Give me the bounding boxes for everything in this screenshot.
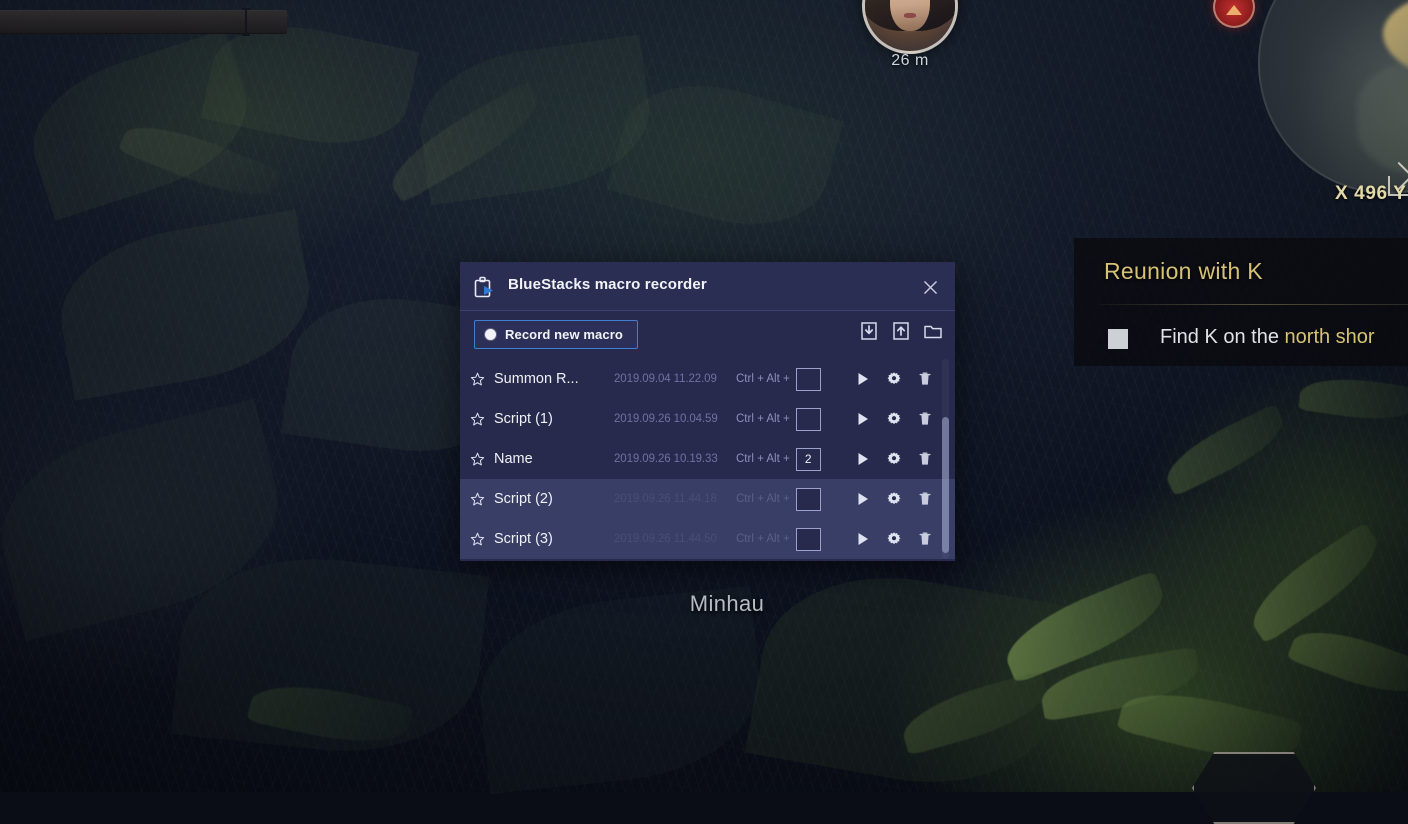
delete-macro-icon[interactable] — [917, 491, 933, 507]
hotkey-prefix-label: Ctrl + Alt + — [736, 413, 790, 425]
hud-hex-button[interactable] — [1192, 752, 1316, 824]
hotkey-input[interactable]: 2 — [796, 448, 821, 471]
macro-timestamp: 2019.09.26 11.44.50 — [614, 533, 736, 545]
play-macro-icon[interactable] — [855, 411, 871, 427]
macro-list-row[interactable]: Script (3)2019.09.26 11.44.50Ctrl + Alt … — [460, 519, 955, 559]
close-icon[interactable] — [915, 272, 945, 302]
play-macro-icon[interactable] — [855, 451, 871, 467]
favorite-star-icon[interactable] — [460, 492, 494, 507]
toolbar-icon-group — [859, 321, 943, 341]
macro-settings-gear-icon[interactable] — [886, 491, 902, 507]
macro-hotkey: Ctrl + Alt + — [736, 528, 821, 551]
hotkey-prefix-label: Ctrl + Alt + — [736, 453, 790, 465]
hotkey-prefix-label: Ctrl + Alt + — [736, 373, 790, 385]
macro-settings-gear-icon[interactable] — [886, 411, 902, 427]
quest-checkbox[interactable] — [1108, 329, 1128, 349]
favorite-star-icon[interactable] — [460, 372, 494, 387]
dialog-title: BlueStacks macro recorder — [508, 276, 707, 293]
macro-hotkey: Ctrl + Alt + — [736, 368, 821, 391]
record-button-label: Record new macro — [505, 327, 623, 342]
play-macro-icon[interactable] — [855, 491, 871, 507]
player-nameplate: Minhau — [560, 591, 894, 617]
delete-macro-icon[interactable] — [917, 531, 933, 547]
macro-settings-gear-icon[interactable] — [886, 451, 902, 467]
record-new-macro-button[interactable]: Record new macro — [474, 320, 638, 349]
macro-timestamp: 2019.09.26 10.19.33 — [614, 453, 736, 465]
hotkey-prefix-label: Ctrl + Alt + — [736, 533, 790, 545]
play-macro-icon[interactable] — [855, 371, 871, 387]
export-icon[interactable] — [891, 321, 911, 341]
scrollbar-thumb[interactable] — [942, 417, 949, 553]
favorite-star-icon[interactable] — [460, 532, 494, 547]
macro-settings-gear-icon[interactable] — [886, 531, 902, 547]
macro-row-actions — [855, 399, 933, 439]
macro-hotkey: Ctrl + Alt + 2 — [736, 448, 821, 471]
macro-timestamp: 2019.09.04 11.22.09 — [614, 373, 736, 385]
macro-row-actions — [855, 439, 933, 479]
portrait-frame — [862, 0, 958, 54]
dialog-toolbar: Record new macro — [460, 311, 955, 359]
favorite-star-icon[interactable] — [460, 412, 494, 427]
macro-list-row[interactable]: Name2019.09.26 10.19.33Ctrl + Alt + 2 — [460, 439, 955, 479]
macro-list-row[interactable]: Summon R...2019.09.04 11.22.09Ctrl + Alt… — [460, 359, 955, 399]
macro-name: Script (2) — [494, 491, 614, 507]
hotkey-input[interactable] — [796, 408, 821, 431]
hotkey-prefix-label: Ctrl + Alt + — [736, 493, 790, 505]
portrait-distance-label: 26 m — [862, 52, 958, 70]
macro-app-icon — [474, 276, 496, 298]
macro-list-row[interactable]: Script (2)2019.09.26 11.44.18Ctrl + Alt … — [460, 479, 955, 519]
quest-tracker-panel: Reunion with K Find K on the north shor — [1074, 238, 1408, 366]
macro-hotkey: Ctrl + Alt + — [736, 408, 821, 431]
macro-list[interactable]: Summon R...2019.09.04 11.22.09Ctrl + Alt… — [460, 359, 955, 559]
macro-name: Script (1) — [494, 411, 614, 427]
hotkey-input[interactable] — [796, 528, 821, 551]
delete-macro-icon[interactable] — [917, 411, 933, 427]
macro-timestamp: 2019.09.26 10.04.59 — [614, 413, 736, 425]
import-icon[interactable] — [859, 321, 879, 341]
macro-row-actions — [855, 519, 933, 559]
delete-macro-icon[interactable] — [917, 451, 933, 467]
macro-recorder-dialog: BlueStacks macro recorder Record new mac… — [460, 262, 955, 561]
quest-title: Reunion with K — [1104, 258, 1263, 285]
macro-name: Name — [494, 451, 614, 467]
health-bar — [0, 10, 287, 34]
macro-row-actions — [855, 359, 933, 399]
character-portrait[interactable]: 26 m — [862, 0, 958, 54]
minimap-terrain-field — [1357, 58, 1408, 177]
hotkey-input[interactable] — [796, 368, 821, 391]
home-icon[interactable] — [1388, 168, 1408, 196]
macro-timestamp: 2019.09.26 11.44.18 — [614, 493, 736, 505]
quest-objective: Find K on the north shor — [1160, 326, 1375, 349]
play-macro-icon[interactable] — [855, 531, 871, 547]
quest-objective-prefix: Find K on the — [1160, 326, 1285, 348]
dialog-titlebar: BlueStacks macro recorder — [460, 262, 955, 311]
folder-icon[interactable] — [923, 321, 943, 341]
portrait-lips — [904, 13, 917, 18]
record-dot-icon — [485, 329, 496, 340]
macro-list-row[interactable]: Script (1)2019.09.26 10.04.59Ctrl + Alt … — [460, 399, 955, 439]
delete-macro-icon[interactable] — [917, 371, 933, 387]
macro-name: Summon R... — [494, 371, 614, 387]
favorite-star-icon[interactable] — [460, 452, 494, 467]
hotkey-input[interactable] — [796, 488, 821, 511]
macro-row-actions — [855, 479, 933, 519]
macro-hotkey: Ctrl + Alt + — [736, 488, 821, 511]
health-bar-marker — [245, 8, 247, 36]
quest-divider — [1100, 304, 1408, 305]
quest-objective-highlight: north shor — [1285, 326, 1375, 348]
macro-settings-gear-icon[interactable] — [886, 371, 902, 387]
macro-name: Script (3) — [494, 531, 614, 547]
